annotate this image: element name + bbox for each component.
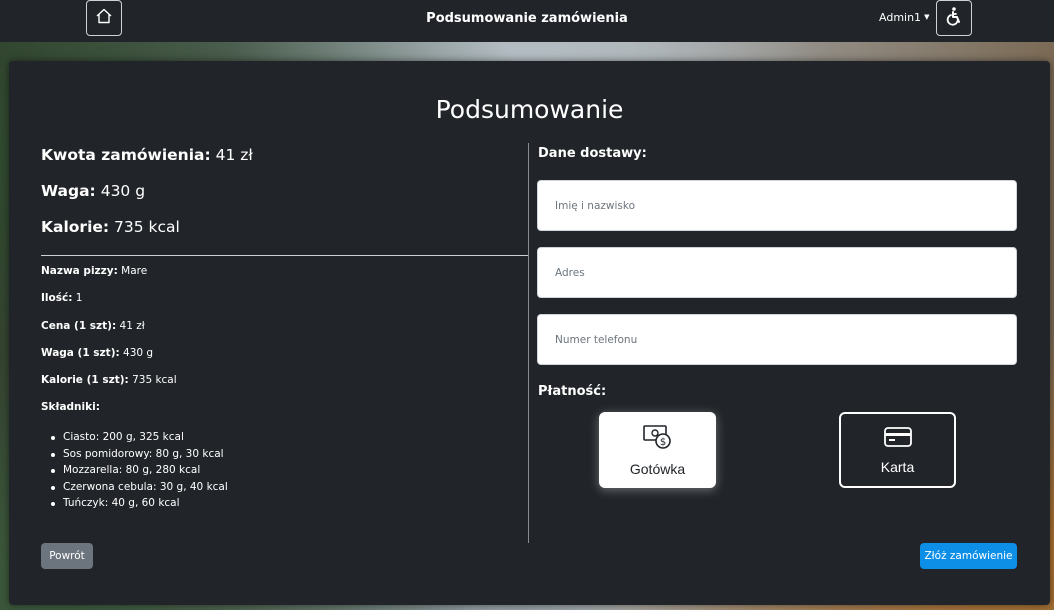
delivery-label: Dane dostawy: [538,146,647,161]
payment-label: Płatność: [538,384,607,399]
summary-card: Podsumowanie Kwota zamówienia: 41 zł Wag… [9,61,1050,605]
divider [41,255,529,256]
unit-weight-value: 430 g [123,347,154,359]
payment-cash-label: Gotówka [629,460,686,477]
list-item: Ciasto: 200 g, 325 kcal [51,429,228,446]
vertical-divider [528,143,529,543]
caret-down-icon: ▼ [924,12,930,21]
order-amount-value: 41 zł [215,146,253,164]
ingredients-heading: Składniki: [41,401,100,413]
unit-price-label: Cena (1 szt): [41,320,117,332]
order-weight: Waga: 430 g [41,182,145,200]
pizza-name-label: Nazwa pizzy: [41,265,118,277]
user-menu[interactable]: Admin1 ▼ [879,11,929,24]
pizza-name-value: Mare [121,265,148,277]
order-amount-label: Kwota zamówienia: [41,146,211,164]
name-field[interactable] [537,180,1017,231]
top-navbar: Podsumowanie zamówienia Admin1 ▼ [0,0,1054,42]
payment-card-label: Karta [880,458,915,475]
credit-card-icon [883,426,912,451]
unit-price: Cena (1 szt): 41 zł [41,320,145,332]
accessibility-button[interactable] [936,0,972,36]
order-weight-value: 430 g [100,182,146,200]
unit-weight: Waga (1 szt): 430 g [41,347,153,359]
user-name: Admin1 [879,11,922,24]
list-item: Tuńczyk: 40 g, 60 kcal [51,495,228,512]
cash-icon: $ [642,424,673,453]
unit-weight-label: Waga (1 szt): [41,347,120,359]
back-button[interactable]: Powrót [41,543,93,569]
quantity-label: Ilość: [41,292,73,304]
order-calories-label: Kalorie: [41,218,110,236]
page-title: Podsumowanie [435,95,624,124]
address-field[interactable] [537,247,1017,298]
payment-card-option[interactable]: Karta [839,412,956,488]
submit-order-button[interactable]: Złóż zamówienie [920,543,1017,569]
ingredients-list: Ciasto: 200 g, 325 kcal Sos pomidorowy: … [51,429,228,512]
wheelchair-icon [944,6,964,30]
svg-text:$: $ [659,437,665,448]
ingredients-label: Składniki: [41,401,100,413]
unit-calories: Kalorie (1 szt): 735 kcal [41,374,177,386]
list-item: Sos pomidorowy: 80 g, 30 kcal [51,446,228,463]
pizza-name: Nazwa pizzy: Mare [41,265,147,277]
order-amount: Kwota zamówienia: 41 zł [41,146,253,164]
quantity-value: 1 [75,292,83,304]
unit-calories-value: 735 kcal [132,374,177,386]
order-calories-value: 735 kcal [114,218,180,236]
unit-calories-label: Kalorie (1 szt): [41,374,129,386]
unit-price-value: 41 zł [119,320,145,332]
order-weight-label: Waga: [41,182,96,200]
payment-cash-option[interactable]: $ Gotówka [599,412,716,488]
phone-field[interactable] [537,314,1017,365]
list-item: Mozzarella: 80 g, 280 kcal [51,462,228,479]
order-calories: Kalorie: 735 kcal [41,218,180,236]
list-item: Czerwona cebula: 30 g, 40 kcal [51,479,228,496]
quantity: Ilość: 1 [41,292,82,304]
